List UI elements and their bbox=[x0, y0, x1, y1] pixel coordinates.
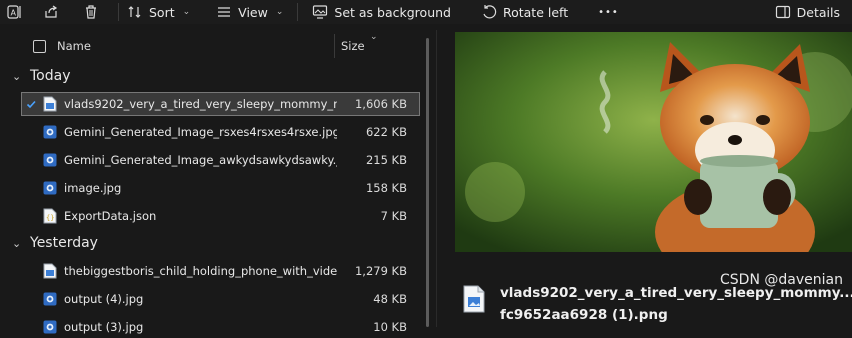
rotate-left-icon bbox=[483, 5, 497, 19]
image-file-icon bbox=[42, 152, 58, 168]
preview-file-name: vlads9202_very_a_tired_very_sleepy_mommy… bbox=[500, 282, 852, 326]
select-all-checkbox[interactable] bbox=[33, 39, 46, 53]
png-file-icon bbox=[42, 263, 58, 279]
view-icon bbox=[218, 7, 231, 17]
rotate-left-label: Rotate left bbox=[502, 4, 569, 20]
image-file-icon bbox=[42, 180, 58, 196]
file-name: ExportData.json bbox=[64, 209, 157, 223]
sort-chevron-icon: ⌄ bbox=[370, 32, 378, 42]
file-name: thebiggestboris_child_holding_phone_with… bbox=[64, 264, 337, 278]
group-label: Today bbox=[30, 68, 71, 84]
vertical-scrollbar[interactable] bbox=[426, 38, 429, 327]
image-file-icon bbox=[42, 124, 58, 140]
pane-divider[interactable] bbox=[436, 30, 437, 327]
file-size: 1,279 KB bbox=[354, 264, 407, 278]
file-row[interactable]: Gemini_Generated_Image_awkydsawkydsawky.… bbox=[22, 149, 419, 171]
set-as-background-label: Set as background bbox=[334, 4, 451, 20]
chevron-down-icon: ⌄ bbox=[12, 236, 22, 250]
svg-text:{}: {} bbox=[46, 214, 54, 222]
view-label: View bbox=[238, 4, 268, 20]
command-bar: A Sort ⌄ View ⌄ Set as background Rotate… bbox=[0, 0, 852, 24]
preview-image bbox=[455, 32, 852, 252]
file-size: 48 KB bbox=[373, 292, 407, 306]
image-file-icon bbox=[42, 319, 58, 335]
rename-icon[interactable]: A bbox=[6, 3, 24, 21]
column-divider[interactable] bbox=[334, 34, 335, 58]
sort-icon bbox=[128, 6, 141, 18]
file-row[interactable]: output (4).jpg 48 KB bbox=[22, 288, 419, 310]
details-label: Details bbox=[796, 4, 840, 20]
json-file-icon: {} bbox=[42, 208, 58, 224]
chevron-down-icon: ⌄ bbox=[182, 7, 191, 17]
sort-label: Sort bbox=[149, 4, 175, 20]
details-button[interactable]: Details bbox=[775, 4, 840, 20]
file-row[interactable]: thebiggestboris_child_holding_phone_with… bbox=[22, 260, 419, 282]
file-size: 7 KB bbox=[380, 209, 407, 223]
file-name: output (4).jpg bbox=[64, 292, 144, 306]
desktop-icon bbox=[313, 5, 328, 19]
file-size: 10 KB bbox=[373, 320, 407, 334]
svg-text:A: A bbox=[11, 9, 17, 18]
preview-file-name-line2: fc9652aa6928 (1).png bbox=[500, 307, 668, 323]
file-name: Gemini_Generated_Image_awkydsawkydsawky.… bbox=[64, 153, 337, 167]
watermark: CSDN @davenian bbox=[720, 272, 843, 288]
image-file-icon bbox=[42, 291, 58, 307]
group-header-yesterday[interactable]: ⌄ Yesterday bbox=[0, 233, 98, 253]
file-size: 215 KB bbox=[365, 153, 407, 167]
file-name: image.jpg bbox=[64, 181, 122, 195]
more-icon: ••• bbox=[598, 6, 619, 18]
group-label: Yesterday bbox=[30, 235, 98, 251]
column-header: Name Size ⌄ bbox=[0, 32, 420, 58]
file-name: output (3).jpg bbox=[64, 320, 144, 334]
more-options-button[interactable]: ••• bbox=[598, 7, 619, 18]
column-size-header[interactable]: Size bbox=[341, 39, 365, 53]
view-button[interactable]: View ⌄ bbox=[216, 4, 283, 20]
file-size: 1,606 KB bbox=[354, 97, 407, 111]
file-size: 158 KB bbox=[365, 181, 407, 195]
file-row[interactable]: image.jpg 158 KB bbox=[22, 177, 419, 199]
share-icon[interactable] bbox=[42, 3, 60, 21]
file-row[interactable]: output (3).jpg 10 KB bbox=[22, 316, 419, 338]
toolbar-separator bbox=[118, 3, 119, 21]
png-file-icon bbox=[42, 96, 58, 112]
file-name: vlads9202_very_a_tired_very_sleepy_mommy… bbox=[64, 97, 337, 111]
file-size: 622 KB bbox=[365, 125, 407, 139]
file-name: Gemini_Generated_Image_rsxes4rsxes4rsxe.… bbox=[64, 125, 337, 139]
set-as-background-button[interactable]: Set as background bbox=[312, 4, 451, 20]
toolbar-separator bbox=[297, 3, 299, 21]
group-header-today[interactable]: ⌄ Today bbox=[0, 66, 71, 86]
details-pane-icon bbox=[775, 5, 790, 19]
rotate-left-button[interactable]: Rotate left bbox=[481, 4, 568, 20]
png-file-icon bbox=[463, 285, 485, 313]
chevron-down-icon: ⌄ bbox=[12, 69, 22, 83]
delete-icon[interactable] bbox=[82, 3, 100, 21]
file-row[interactable]: Gemini_Generated_Image_rsxes4rsxes4rsxe.… bbox=[22, 121, 419, 143]
file-row[interactable]: {} ExportData.json 7 KB bbox=[22, 205, 419, 227]
chevron-down-icon: ⌄ bbox=[275, 7, 284, 17]
file-row[interactable]: vlads9202_very_a_tired_very_sleepy_mommy… bbox=[21, 92, 420, 116]
column-name-header[interactable]: Name bbox=[57, 39, 91, 53]
sort-button[interactable]: Sort ⌄ bbox=[127, 4, 190, 20]
checkmark-icon[interactable] bbox=[24, 99, 38, 110]
